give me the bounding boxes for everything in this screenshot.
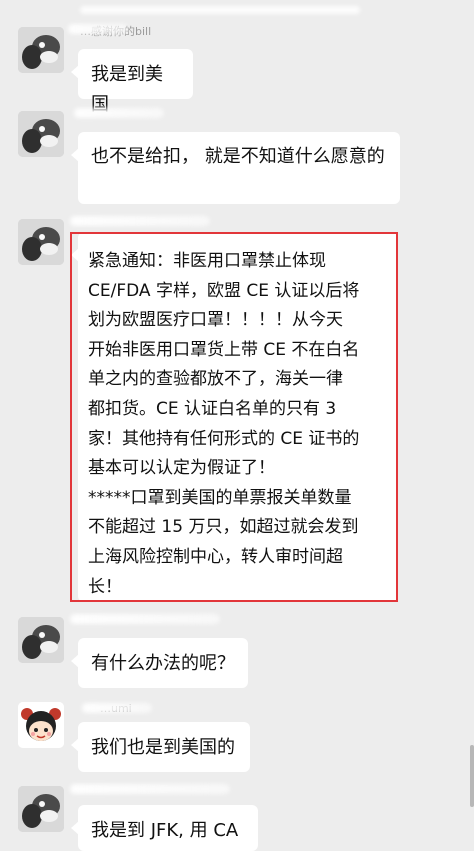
name-redaction	[70, 614, 220, 624]
name-redaction	[70, 784, 230, 794]
name-redaction	[82, 703, 152, 713]
animal-photo-icon	[18, 111, 64, 157]
name-redaction	[68, 24, 128, 34]
animal-photo-icon	[18, 617, 64, 663]
avatar[interactable]	[18, 111, 64, 157]
notice-line: *****口罩到美国的单票报关单数量	[88, 487, 352, 508]
message-bubble[interactable]: 也不是给扣， 就是不知道什么愿意的	[71, 132, 400, 204]
notice-line: CE/FDA 字样，欧盟 CE 认证以后将	[88, 280, 360, 301]
notice-line: 家！其他持有任何形式的 CE 证书的	[88, 428, 360, 449]
animal-photo-icon	[18, 219, 64, 265]
notice-line: 划为欧盟医疗口罩！！！！从今天	[88, 310, 343, 331]
message-bubble[interactable]: 我们也是到美国的	[71, 722, 250, 772]
notice-line: 开始非医用口罩货上带 CE 不在白名	[88, 339, 360, 360]
notice-text: 紧急通知：非医用口罩禁止体现 CE/FDA 字样，欧盟 CE 认证以后将 划为欧盟医…	[88, 247, 394, 602]
name-redaction	[74, 108, 164, 118]
animal-photo-icon	[18, 27, 64, 73]
message-bubble[interactable]: 有什么办法的呢？	[71, 638, 248, 688]
message-bubble[interactable]: 我是到 JFK, 用 CA	[71, 805, 258, 851]
notice-line: 上海风险控制中心，转人审时间超	[88, 546, 343, 567]
notice-line: 单之内的查验都放不了，海关一律	[88, 369, 343, 390]
notice-line: 不能超过 15 万只，如超过就会发到	[88, 517, 359, 538]
scrollbar[interactable]	[470, 745, 474, 807]
avatar[interactable]	[18, 219, 64, 265]
redacted-header	[80, 6, 360, 14]
avatar[interactable]	[18, 786, 64, 832]
notice-line: 紧急通知：非医用口罩禁止体现	[88, 251, 326, 271]
notice-line: 基本可以认定为假证了！	[88, 458, 275, 479]
name-redaction	[70, 216, 210, 226]
notice-line: 都扣货。CE 认证白名单的只有 3	[88, 398, 337, 419]
avatar[interactable]	[18, 702, 64, 748]
avatar[interactable]	[18, 617, 64, 663]
notice-line: 长！	[88, 576, 122, 597]
message-bubble[interactable]: 我是到美国	[71, 49, 193, 115]
animal-photo-icon	[18, 786, 64, 832]
cartoon-girl-icon	[18, 702, 64, 748]
avatar[interactable]	[18, 27, 64, 73]
